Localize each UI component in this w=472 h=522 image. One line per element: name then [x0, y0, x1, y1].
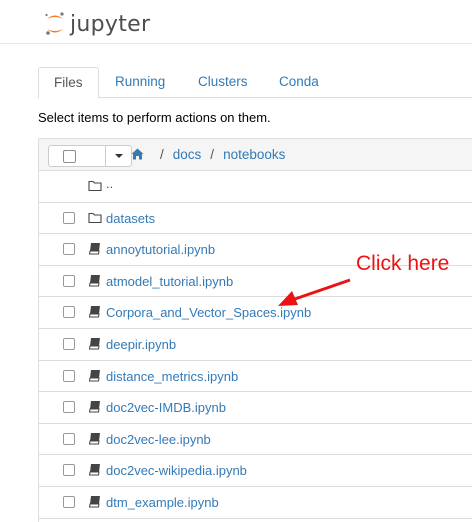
header: jupyter [0, 0, 472, 44]
item-checkbox[interactable] [63, 495, 75, 508]
select-all-checkbox[interactable] [63, 150, 76, 163]
jupyter-logo-icon [45, 12, 64, 35]
breadcrumb-separator: / [160, 147, 164, 162]
item-checkbox[interactable] [63, 401, 75, 414]
select-all-dropdown[interactable] [48, 145, 132, 167]
list-header: / docs / notebooks [39, 139, 472, 171]
item-link[interactable]: deepir.ipynb [106, 337, 176, 352]
logo-text: jupyter [70, 11, 151, 37]
tab-conda[interactable]: Conda [264, 67, 334, 98]
notebook-icon [88, 432, 100, 445]
list-item[interactable]: doc2vec-wikipedia.ipynb [39, 455, 472, 487]
item-checkbox[interactable] [63, 243, 75, 256]
item-checkbox[interactable] [63, 464, 75, 477]
list-item[interactable]: doc2vec-lee.ipynb [39, 424, 472, 456]
tab-bar: Files Running Clusters Conda [38, 67, 472, 99]
tab-files[interactable]: Files [38, 67, 99, 99]
folder-icon [88, 212, 102, 223]
breadcrumb-docs[interactable]: docs [173, 147, 202, 162]
item-link[interactable]: datasets [106, 211, 155, 226]
item-checkbox[interactable] [63, 211, 75, 224]
item-link[interactable]: dtm_example.ipynb [106, 495, 219, 510]
list-item[interactable]: Corpora_and_Vector_Spaces.ipynb [39, 297, 472, 329]
notebook-icon [88, 306, 100, 318]
item-link[interactable]: Corpora_and_Vector_Spaces.ipynb [106, 305, 311, 320]
breadcrumb-separator: / [210, 147, 215, 162]
item-checkbox[interactable] [63, 432, 75, 445]
chevron-down-icon[interactable] [105, 146, 131, 166]
file-list: / docs / notebooks .. datasets annoytuto… [38, 138, 472, 522]
tab-clusters[interactable]: Clusters [183, 67, 263, 98]
tab-running[interactable]: Running [100, 67, 180, 98]
list-item[interactable]: dtm_example.ipynb [39, 487, 472, 519]
list-item[interactable]: doc2vec-IMDB.ipynb [39, 392, 472, 424]
list-item[interactable]: deepir.ipynb [39, 329, 472, 361]
notebook-icon [88, 401, 100, 413]
item-link[interactable]: doc2vec-lee.ipynb [106, 432, 211, 447]
item-checkbox[interactable] [63, 306, 75, 319]
home-icon[interactable] [131, 148, 144, 160]
notebook-icon [88, 337, 100, 350]
item-link[interactable]: doc2vec-wikipedia.ipynb [106, 463, 247, 478]
notebook-icon [88, 369, 100, 382]
instructions-text: Select items to perform actions on them. [38, 110, 271, 125]
item-link[interactable]: atmodel_tutorial.ipynb [106, 274, 233, 289]
breadcrumb: / docs / notebooks [151, 147, 285, 162]
notebook-icon [88, 495, 100, 508]
list-item[interactable]: datasets [39, 203, 472, 235]
notebook-icon [88, 464, 100, 476]
item-checkbox[interactable] [63, 274, 75, 287]
jupyter-logo[interactable]: jupyter [44, 10, 150, 38]
item-checkbox[interactable] [63, 337, 75, 350]
item-link[interactable]: annoytutorial.ipynb [106, 242, 215, 257]
notebook-icon [88, 243, 100, 255]
list-item[interactable]: .. [39, 171, 472, 203]
parent-directory-link[interactable]: .. [106, 176, 113, 191]
item-link[interactable]: doc2vec-IMDB.ipynb [106, 400, 226, 415]
notebook-icon [88, 274, 100, 287]
annotation-label: Click here [356, 252, 450, 275]
folder-icon [88, 180, 102, 192]
breadcrumb-notebooks[interactable]: notebooks [223, 147, 285, 162]
item-link[interactable]: distance_metrics.ipynb [106, 369, 238, 384]
list-item[interactable]: distance_metrics.ipynb [39, 361, 472, 393]
item-checkbox[interactable] [63, 369, 75, 382]
